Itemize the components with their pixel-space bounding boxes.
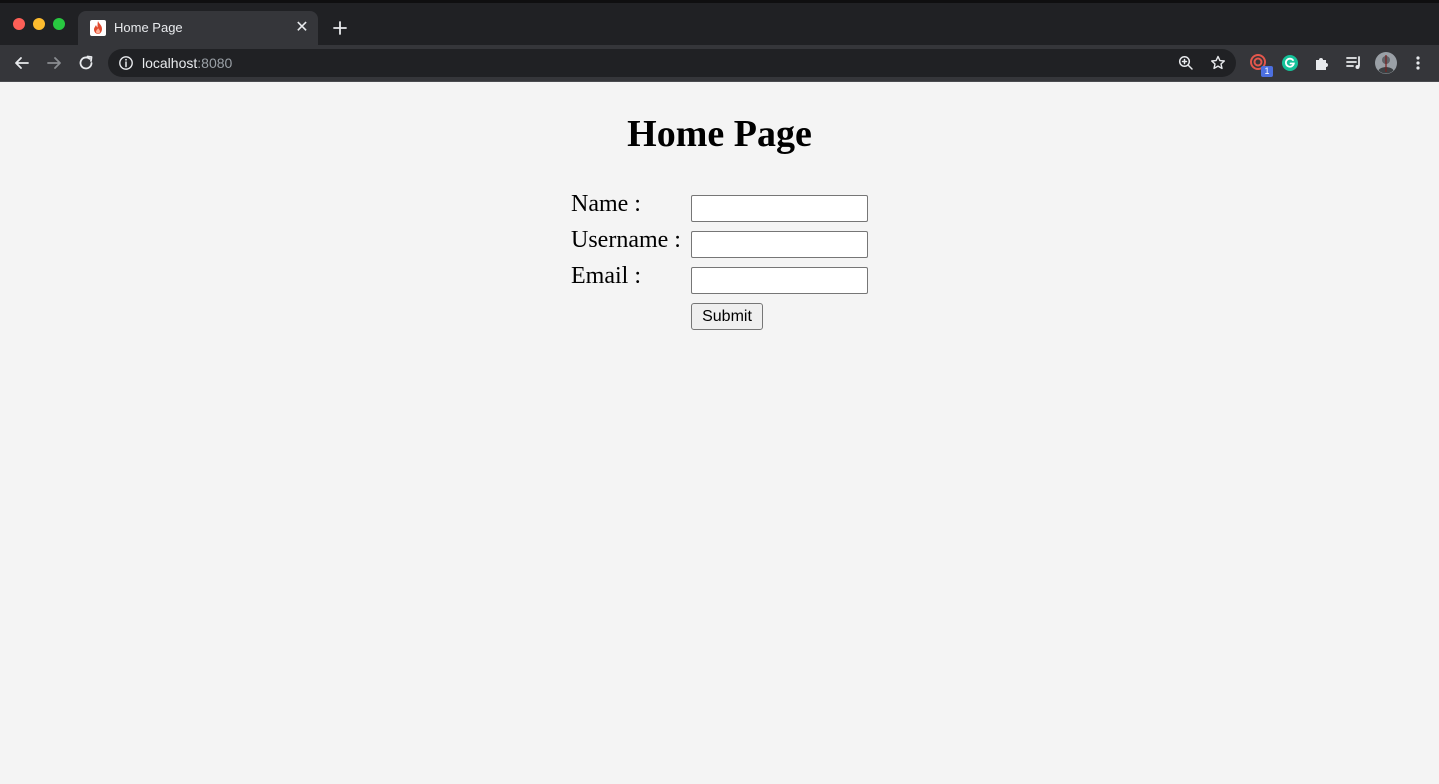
window-close-button[interactable] <box>13 18 25 30</box>
active-tab[interactable]: Home Page ✕ <box>78 11 318 45</box>
address-bar[interactable]: localhost:8080 <box>108 49 1236 77</box>
address-url: localhost:8080 <box>142 55 232 71</box>
new-tab-icon[interactable] <box>328 16 352 40</box>
bookmark-star-icon[interactable] <box>1209 54 1227 72</box>
flame-favicon-icon <box>90 20 106 36</box>
address-port: :8080 <box>197 55 233 71</box>
name-input[interactable] <box>691 195 868 222</box>
page-title: Home Page <box>627 113 812 155</box>
reload-icon[interactable] <box>76 53 96 73</box>
zoom-icon[interactable] <box>1177 54 1195 72</box>
more-menu-icon[interactable] <box>1408 53 1428 73</box>
submit-button[interactable]: Submit <box>691 303 763 330</box>
browser-chrome: Home Page ✕ localhost:8080 1 <box>0 0 1439 82</box>
profile-avatar[interactable] <box>1375 52 1397 74</box>
grammarly-icon[interactable] <box>1280 53 1300 73</box>
site-info-icon[interactable] <box>118 55 134 71</box>
username-label: Username : <box>571 227 681 253</box>
forward-arrow-icon[interactable] <box>44 53 64 73</box>
window-top-edge <box>0 0 1439 3</box>
media-queue-icon[interactable] <box>1344 53 1364 73</box>
page-content: Home Page Name : Username : Email : Subm… <box>0 82 1439 784</box>
back-arrow-icon[interactable] <box>12 53 32 73</box>
extension-badge: 1 <box>1261 66 1273 77</box>
extensions-puzzle-icon[interactable] <box>1312 53 1332 73</box>
email-input[interactable] <box>691 267 868 294</box>
name-label: Name : <box>571 191 641 217</box>
username-input[interactable] <box>691 231 868 258</box>
window-minimize-button[interactable] <box>33 18 45 30</box>
address-host: localhost <box>142 55 198 71</box>
window-zoom-button[interactable] <box>53 18 65 30</box>
tab-close-icon[interactable]: ✕ <box>292 18 312 38</box>
email-label: Email : <box>571 263 641 289</box>
tab-title: Home Page <box>114 20 183 35</box>
